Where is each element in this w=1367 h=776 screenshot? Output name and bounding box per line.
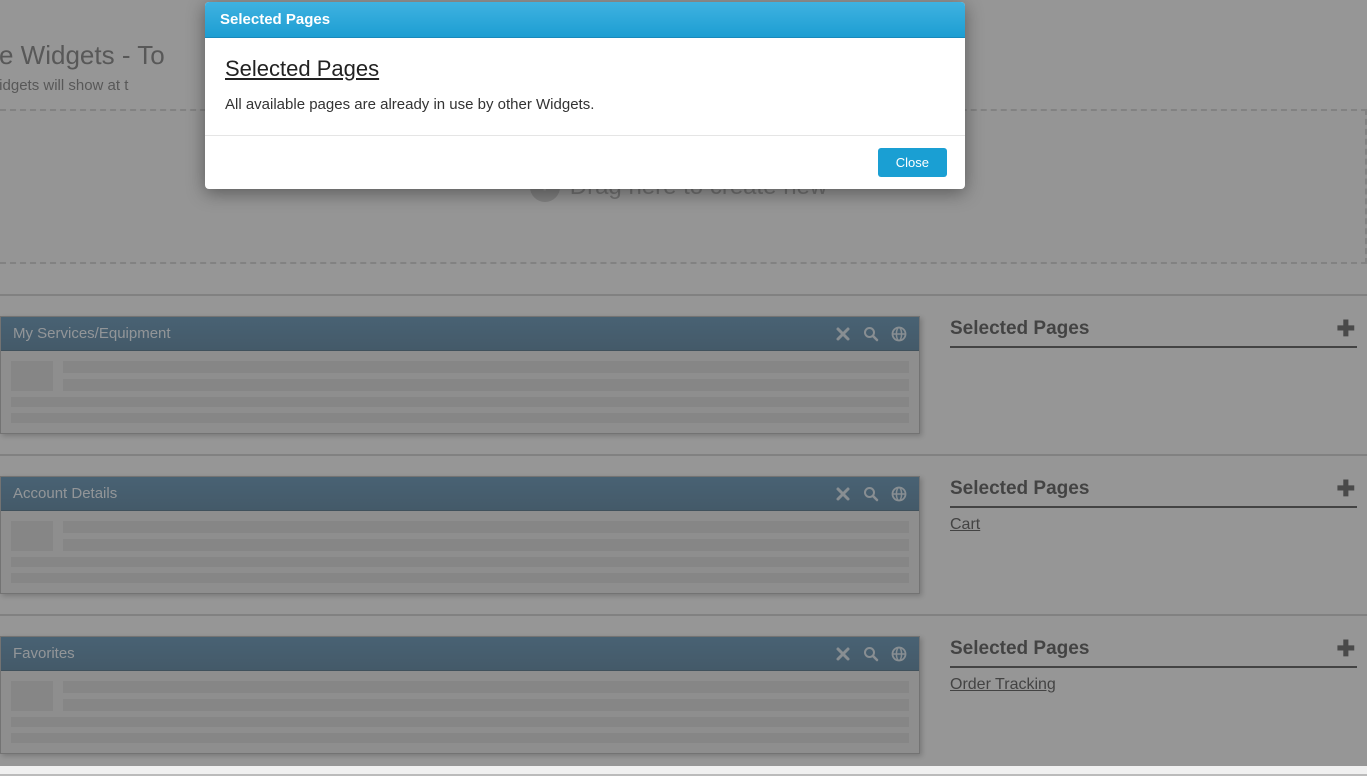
modal-body-text: All available pages are already in use b… <box>225 96 945 113</box>
modal-footer: Close <box>205 135 965 189</box>
modal-body-title: Selected Pages <box>225 56 945 82</box>
close-button[interactable]: Close <box>878 148 947 177</box>
selected-pages-modal: Selected Pages Selected Pages All availa… <box>205 2 965 189</box>
modal-header: Selected Pages <box>205 2 965 38</box>
modal-body: Selected Pages All available pages are a… <box>205 38 965 135</box>
